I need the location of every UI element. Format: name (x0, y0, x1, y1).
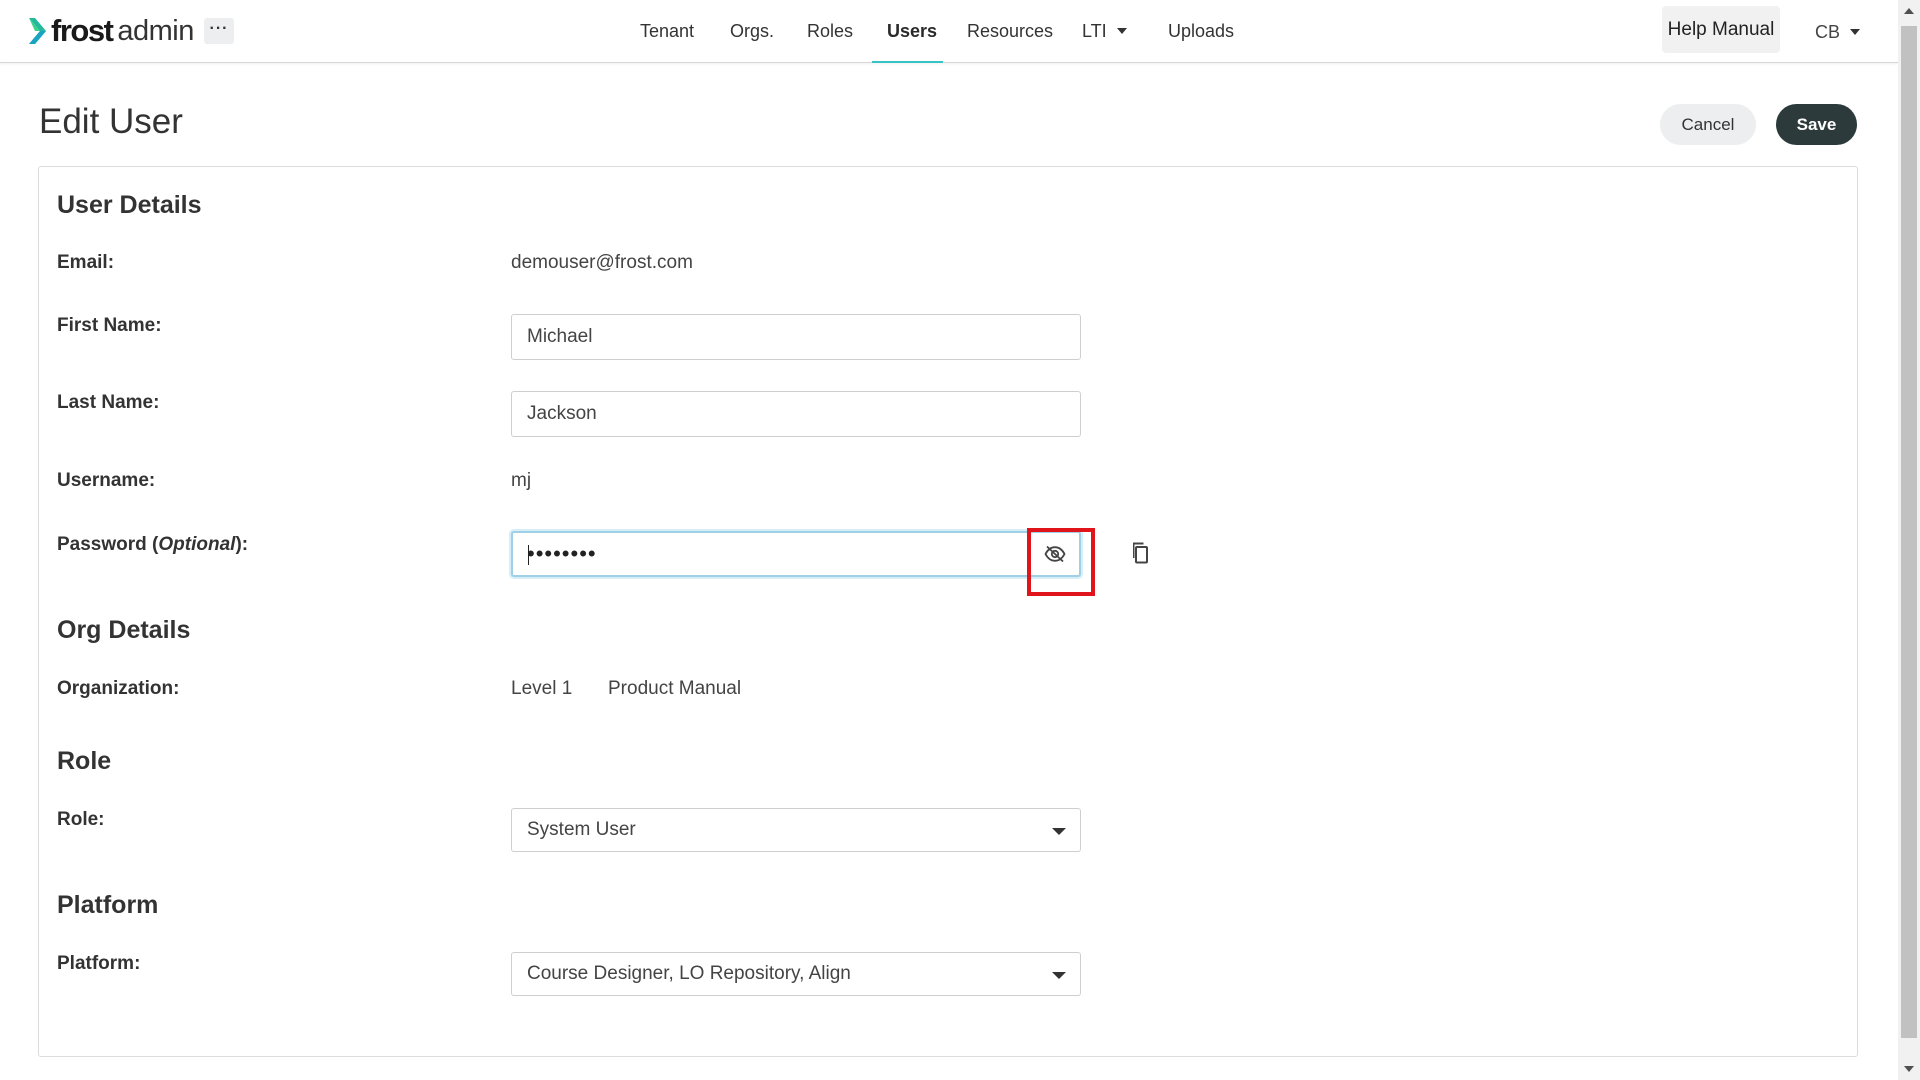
role-select[interactable]: System User (511, 808, 1081, 852)
nav-tab-resources[interactable]: Resources (967, 0, 1053, 63)
section-title-platform: Platform (57, 891, 159, 919)
platform-label: Platform: (57, 953, 141, 974)
help-manual-button[interactable]: Help Manual (1662, 6, 1780, 53)
save-button[interactable]: Save (1776, 104, 1857, 145)
chevron-down-icon (1052, 972, 1066, 979)
section-title-role: Role (57, 747, 112, 775)
nav-tab-lti-label: LTI (1082, 21, 1107, 41)
username-label: Username: (57, 470, 156, 491)
logo-brand-light: admin (117, 14, 194, 47)
more-menu-button[interactable]: ··· (204, 18, 234, 44)
nav-tab-lti[interactable]: LTI (1082, 0, 1127, 63)
logo-chevron-icon (29, 18, 46, 44)
chevron-down-icon (1052, 828, 1066, 835)
first-name-input[interactable] (511, 314, 1081, 360)
nav-tab-orgs[interactable]: Orgs. (730, 0, 774, 63)
copy-icon[interactable] (1128, 541, 1150, 565)
user-initials: CB (1815, 22, 1841, 42)
chevron-down-icon (1116, 28, 1127, 35)
app-logo[interactable]: frost admin (27, 13, 194, 49)
email-value: demouser@frost.com (511, 252, 693, 273)
nav-tab-users[interactable]: Users (887, 0, 937, 63)
role-selected-value: System User (527, 819, 636, 840)
section-title-org-details: Org Details (57, 616, 191, 644)
password-label-suffix: ): (235, 534, 249, 555)
organization-label: Organization: (57, 678, 180, 699)
logo-brand-strong: frost (51, 13, 114, 48)
role-label: Role: (57, 809, 105, 830)
user-menu[interactable]: CB (1815, 0, 1861, 63)
username-value: mj (511, 470, 532, 491)
highlight-box (1027, 528, 1095, 596)
scroll-up-arrow-icon[interactable] (1904, 8, 1914, 14)
nav-tab-roles[interactable]: Roles (807, 0, 853, 63)
scrollbar-thumb[interactable] (1901, 26, 1917, 1038)
nav-tab-tenant[interactable]: Tenant (640, 0, 694, 63)
chevron-down-icon (1850, 29, 1861, 36)
page-title: Edit User (39, 102, 183, 141)
section-title-user-details: User Details (57, 191, 202, 219)
org-name: Product Manual (608, 678, 742, 699)
top-nav-bar: frost admin ··· Tenant Orgs. Roles Users… (0, 0, 1898, 63)
scroll-down-arrow-icon[interactable] (1904, 1066, 1914, 1072)
platform-select[interactable]: Course Designer, LO Repository, Align (511, 952, 1081, 996)
email-label: Email: (57, 252, 115, 273)
last-name-label: Last Name: (57, 392, 160, 413)
active-tab-indicator (872, 61, 943, 63)
platform-selected-value: Course Designer, LO Repository, Align (527, 963, 851, 984)
password-label-prefix: Password ( (57, 534, 159, 555)
cancel-button[interactable]: Cancel (1660, 104, 1756, 145)
password-label-optional: Optional (158, 534, 236, 555)
last-name-input[interactable] (511, 391, 1081, 437)
first-name-label: First Name: (57, 315, 162, 336)
password-masked-value: •••••••• (527, 541, 597, 566)
text-cursor (528, 545, 529, 565)
edit-user-form-card (38, 166, 1858, 1057)
org-level: Level 1 (511, 678, 573, 699)
nav-tab-uploads[interactable]: Uploads (1168, 0, 1234, 63)
password-input[interactable]: •••••••• (511, 531, 1081, 577)
password-label: Password (Optional): (57, 534, 248, 556)
